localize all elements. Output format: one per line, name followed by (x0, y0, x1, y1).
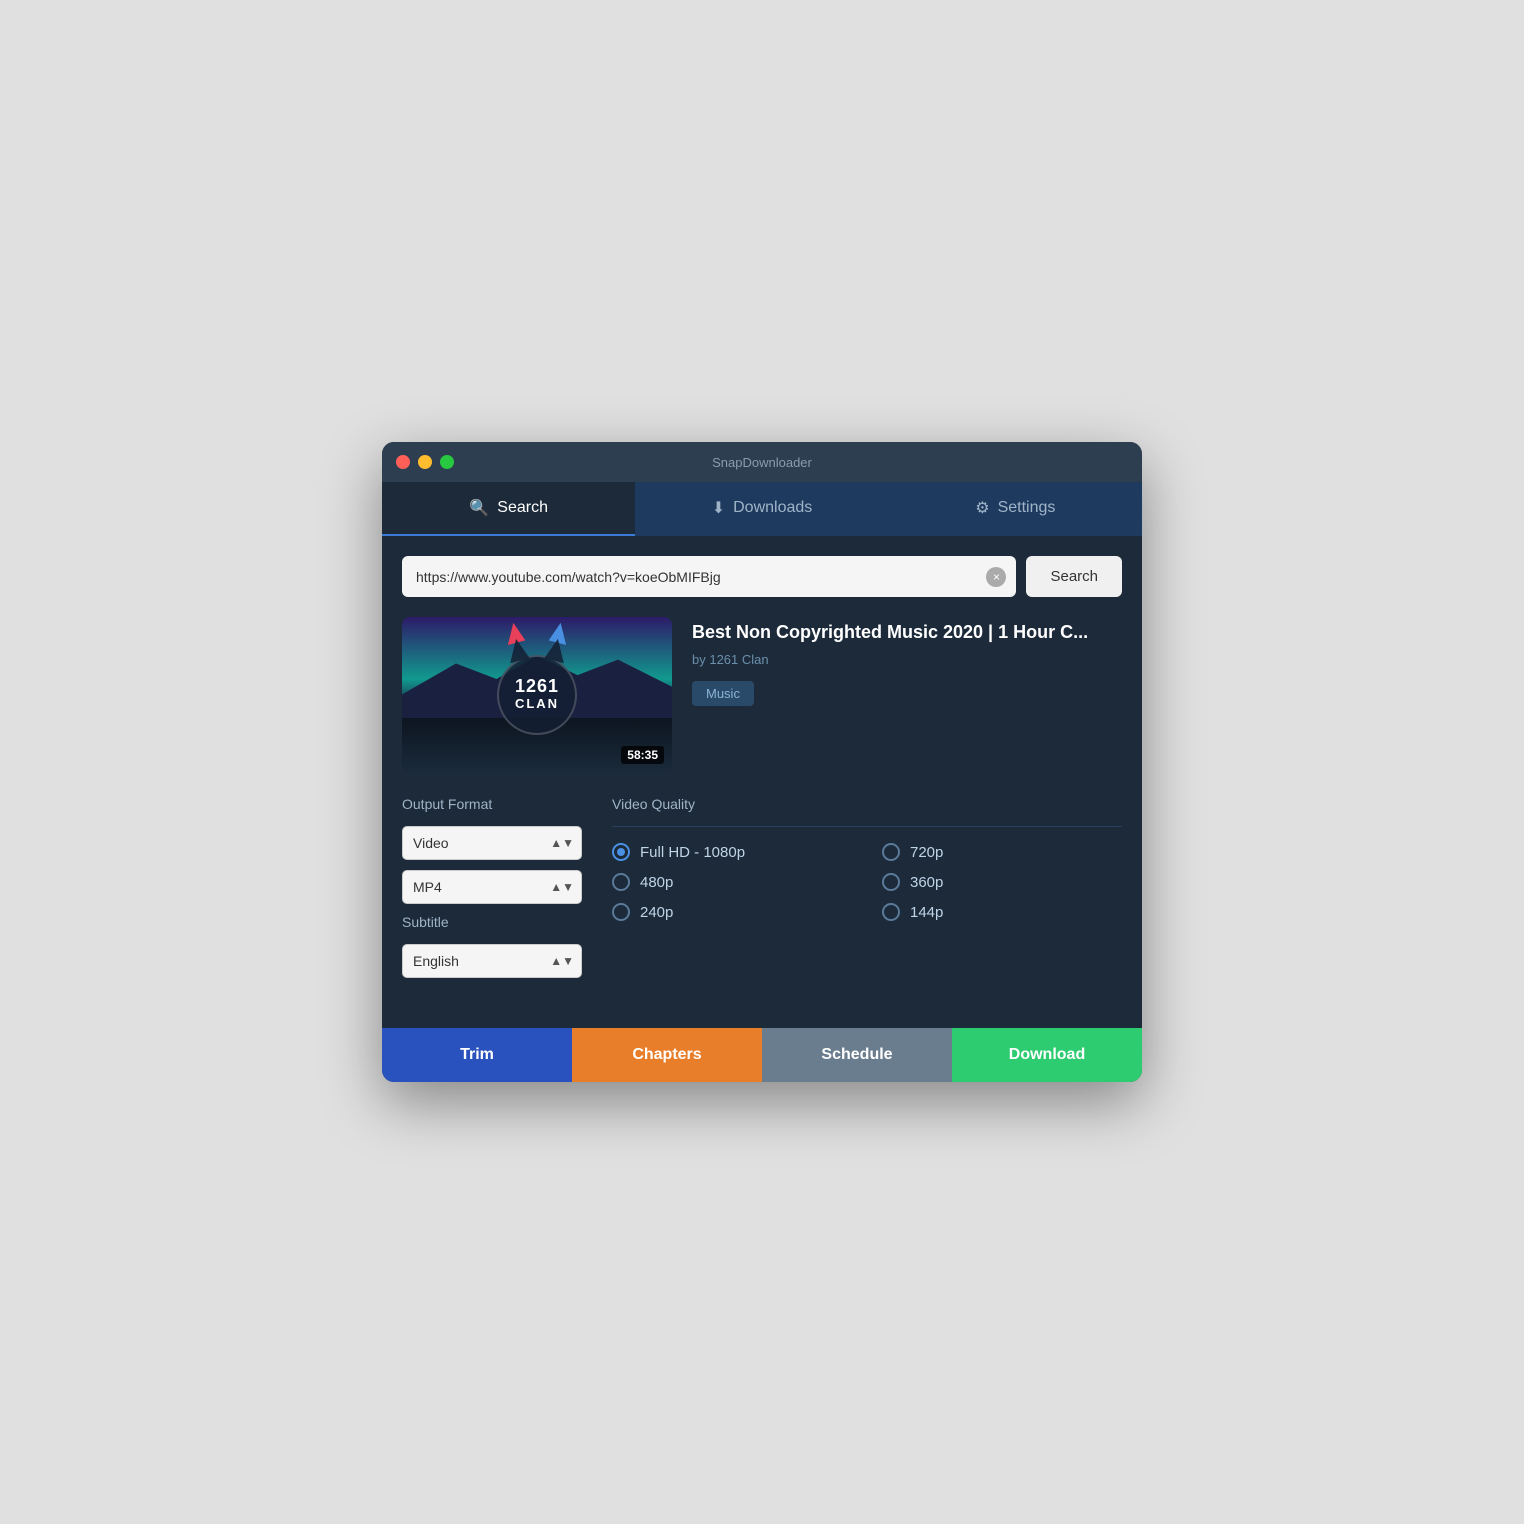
logo-number: 1261 (515, 677, 559, 697)
trim-button[interactable]: Trim (382, 1028, 572, 1082)
radio-144p[interactable] (882, 903, 900, 921)
radio-240p[interactable] (612, 903, 630, 921)
settings-tab-label: Settings (998, 499, 1056, 517)
quality-label-720p: 720p (910, 844, 943, 861)
logo-ears (499, 639, 575, 661)
video-channel: by 1261 Clan (692, 652, 1122, 667)
tab-bar: 🔍 Search ⬇ Downloads ⚙ Settings (382, 482, 1142, 536)
app-window: SnapDownloader 🔍 Search ⬇ Downloads ⚙ Se… (382, 442, 1142, 1082)
video-title: Best Non Copyrighted Music 2020 | 1 Hour… (692, 621, 1122, 644)
chapters-button[interactable]: Chapters (572, 1028, 762, 1082)
quality-1080p[interactable]: Full HD - 1080p (612, 843, 852, 861)
video-info: Best Non Copyrighted Music 2020 | 1 Hour… (692, 617, 1122, 772)
radio-720p[interactable] (882, 843, 900, 861)
url-input-wrap: × (402, 556, 1016, 597)
duration-badge: 58:35 (621, 746, 664, 764)
tab-search[interactable]: 🔍 Search (382, 482, 635, 536)
traffic-lights (396, 455, 454, 469)
quality-grid: Full HD - 1080p 720p 480p 360p (612, 843, 1122, 921)
main-content: × Search 1261 (382, 536, 1142, 1008)
bottom-bar: Trim Chapters Schedule Download (382, 1028, 1142, 1082)
minimize-button[interactable] (418, 455, 432, 469)
radio-inner-1080p (617, 848, 625, 856)
video-tag: Music (692, 681, 754, 706)
quality-720p[interactable]: 720p (882, 843, 1122, 861)
schedule-button[interactable]: Schedule (762, 1028, 952, 1082)
downloads-tab-icon: ⬇ (712, 498, 725, 518)
container-select[interactable]: MP4 MKV AVI (402, 870, 582, 904)
quality-240p[interactable]: 240p (612, 903, 852, 921)
subtitle-select[interactable]: English None Spanish (402, 944, 582, 978)
search-tab-icon: 🔍 (469, 498, 489, 518)
quality-480p[interactable]: 480p (612, 873, 852, 891)
search-tab-label: Search (497, 499, 548, 517)
maximize-button[interactable] (440, 455, 454, 469)
quality-label-240p: 240p (640, 904, 673, 921)
tab-downloads[interactable]: ⬇ Downloads (635, 482, 888, 536)
radio-1080p[interactable] (612, 843, 630, 861)
type-select-wrap: Video Audio MP3 ▲▼ (402, 826, 582, 860)
quality-label-480p: 480p (640, 874, 673, 891)
quality-360p[interactable]: 360p (882, 873, 1122, 891)
url-input[interactable] (402, 557, 1016, 597)
options-row: Output Format Video Audio MP3 ▲▼ MP4 MKV… (402, 796, 1122, 988)
video-section: 1261 CLAN 58:35 Best Non Copyrighted Mus… (402, 617, 1122, 772)
radio-480p[interactable] (612, 873, 630, 891)
url-clear-button[interactable]: × (986, 567, 1006, 587)
video-thumbnail: 1261 CLAN 58:35 (402, 617, 672, 772)
subtitle-label: Subtitle (402, 914, 582, 930)
type-select[interactable]: Video Audio MP3 (402, 826, 582, 860)
settings-tab-icon: ⚙ (975, 498, 989, 518)
subtitle-select-wrap: English None Spanish ▲▼ (402, 944, 582, 978)
app-title: SnapDownloader (712, 455, 812, 470)
search-button[interactable]: Search (1026, 556, 1122, 597)
container-select-wrap: MP4 MKV AVI ▲▼ (402, 870, 582, 904)
quality-144p[interactable]: 144p (882, 903, 1122, 921)
quality-label-1080p: Full HD - 1080p (640, 844, 745, 861)
download-button[interactable]: Download (952, 1028, 1142, 1082)
url-bar: × Search (402, 556, 1122, 597)
logo-circle: 1261 CLAN (497, 655, 577, 735)
titlebar: SnapDownloader (382, 442, 1142, 482)
logo-text: 1261 CLAN (515, 677, 559, 711)
quality-divider (612, 826, 1122, 827)
options-right: Video Quality Full HD - 1080p 720p (612, 796, 1122, 988)
quality-label: Video Quality (612, 796, 1122, 812)
options-left: Output Format Video Audio MP3 ▲▼ MP4 MKV… (402, 796, 582, 988)
logo-clan: CLAN (515, 697, 559, 711)
output-format-label: Output Format (402, 796, 582, 812)
quality-label-360p: 360p (910, 874, 943, 891)
quality-label-144p: 144p (910, 904, 943, 921)
tab-settings[interactable]: ⚙ Settings (889, 482, 1142, 536)
close-button[interactable] (396, 455, 410, 469)
downloads-tab-label: Downloads (733, 499, 812, 517)
radio-360p[interactable] (882, 873, 900, 891)
